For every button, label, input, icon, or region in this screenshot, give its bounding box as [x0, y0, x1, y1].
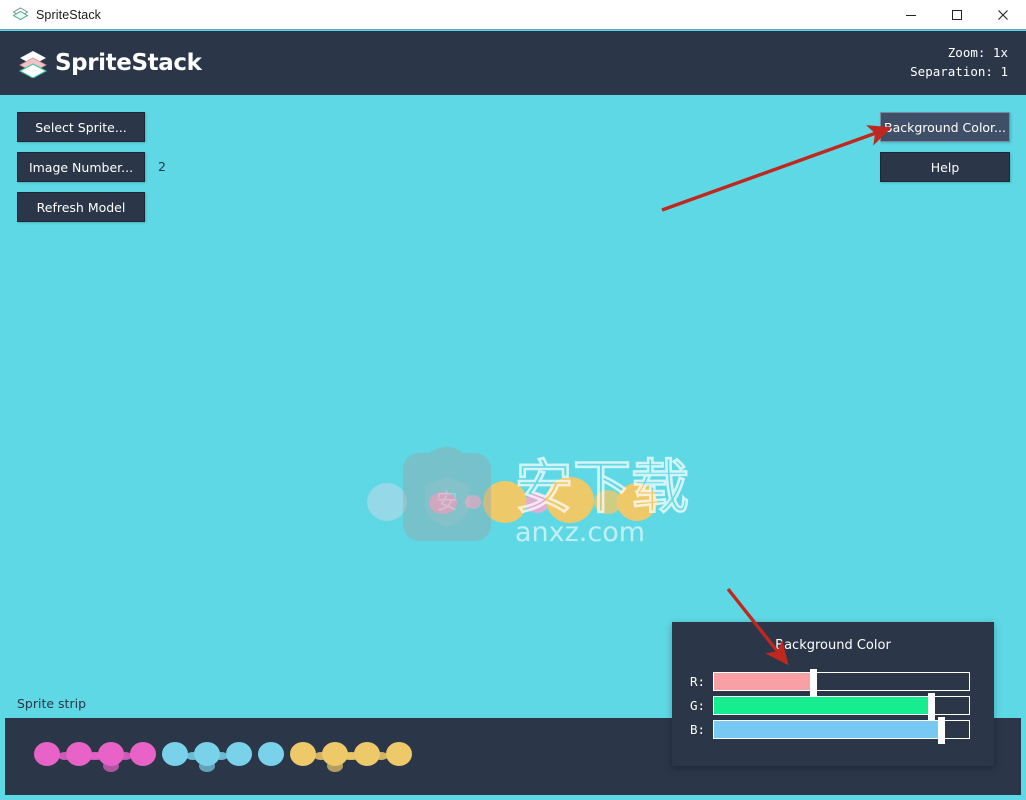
blue-slider-row: B:: [690, 717, 980, 744]
blue-slider-track[interactable]: [713, 717, 970, 744]
green-slider-label: G:: [690, 698, 706, 713]
app-header: SpriteStack Zoom: 1x Separation: 1: [0, 31, 1026, 95]
background-color-panel[interactable]: Background Color R: G: B:: [672, 622, 994, 766]
window-title: SpriteStack: [36, 7, 102, 22]
background-color-button[interactable]: Background Color...: [880, 112, 1010, 142]
refresh-model-button[interactable]: Refresh Model: [17, 192, 145, 222]
blue-slider-label: B:: [690, 722, 706, 737]
green-slider-track[interactable]: [713, 693, 970, 720]
sprite-strip-item[interactable]: [377, 732, 421, 780]
green-slider-fill: [714, 697, 931, 714]
close-icon: [998, 9, 1008, 20]
header-status: Zoom: 1x Separation: 1: [910, 43, 1008, 81]
green-slider-knob[interactable]: [927, 693, 935, 720]
application-window: SpriteStack SpriteStack Zoom: 1x Separat…: [0, 0, 1026, 800]
zoom-level-label: Zoom: 1x: [947, 45, 1008, 60]
blue-slider-fill: [714, 721, 941, 738]
minimize-icon: [906, 14, 916, 16]
image-number-button[interactable]: Image Number...: [17, 152, 145, 182]
red-slider-track[interactable]: [713, 669, 970, 696]
rendered-sprite-model: [365, 450, 665, 545]
window-maximize-button[interactable]: [934, 0, 980, 30]
window-minimize-button[interactable]: [888, 0, 934, 30]
background-color-panel-title: Background Color: [775, 638, 891, 653]
app-logo: SpriteStack: [18, 48, 202, 79]
window-titlebar: SpriteStack: [0, 0, 1026, 30]
separation-level-label: Separation: 1: [910, 64, 1008, 79]
spritestack-layers-icon: [18, 48, 48, 79]
blue-slider-knob[interactable]: [937, 717, 945, 744]
image-number-value: 2: [158, 159, 166, 174]
red-slider-fill: [714, 673, 814, 690]
window-close-button[interactable]: [980, 0, 1026, 30]
spritestack-cube-icon: [6, 0, 34, 30]
maximize-icon: [952, 9, 962, 20]
select-sprite-button[interactable]: Select Sprite...: [17, 112, 145, 142]
green-slider-row: G:: [690, 693, 980, 720]
app-brand-text: SpriteStack: [55, 50, 202, 76]
sprite-strip-label: Sprite strip: [17, 696, 87, 711]
red-slider-label: R:: [690, 674, 706, 689]
help-button[interactable]: Help: [880, 152, 1010, 182]
titlebar-divider: [0, 29, 1026, 30]
red-slider-row: R:: [690, 669, 980, 696]
red-slider-knob[interactable]: [810, 669, 818, 696]
